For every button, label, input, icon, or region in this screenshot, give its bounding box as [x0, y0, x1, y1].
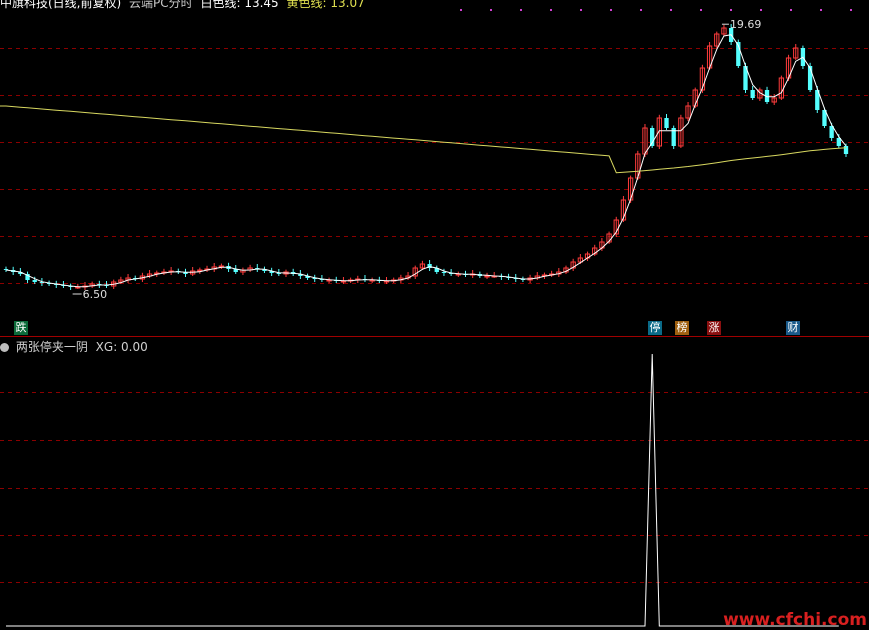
top-marker-dot — [700, 9, 702, 11]
candle-body-down — [32, 280, 37, 282]
candle-body-down — [664, 118, 669, 128]
candle-body-down — [441, 272, 447, 273]
watermark: www.cfchi.com — [723, 610, 867, 630]
top-marker-dot — [610, 9, 612, 11]
badge-zhang[interactable]: 涨 — [707, 321, 721, 335]
xg-signal-line — [6, 353, 839, 627]
top-marker-dot — [760, 9, 762, 11]
low-price-label: 6.50 — [83, 288, 108, 301]
chart-header: 中旗科技(日线,前复权) 云端PC分时 白色线: 13.45 黄色线: 13.0… — [0, 0, 369, 12]
indicator-header: 两张停夹一阴 XG: 0.00 — [0, 338, 148, 354]
ma-yellow-line — [0, 105, 847, 174]
ma-white-label: 白色线: 13.45 — [200, 0, 279, 10]
top-marker-dot — [730, 9, 732, 11]
top-marker-dot — [490, 9, 492, 11]
indicator-title: 两张停夹一阴 — [15, 340, 88, 354]
candle-body-down — [807, 66, 813, 90]
chart-canvas: 19.69 6.50 — [0, 9, 869, 627]
top-marker-dot — [670, 9, 672, 11]
top-marker-dot — [850, 9, 852, 11]
ma-yellow-label: 黄色线: 13.07 — [286, 0, 365, 10]
indicator-value: XG: 0.00 — [95, 340, 148, 354]
top-marker-dot — [460, 9, 462, 11]
badge-bang[interactable]: 榜 — [675, 321, 689, 335]
top-marker-dot — [520, 9, 522, 11]
top-marker-dot — [820, 9, 822, 11]
indicator-name[interactable]: 云端PC分时 — [129, 0, 193, 10]
top-marker-dot — [580, 9, 582, 11]
candle-body-down — [750, 90, 755, 98]
top-marker-dot — [550, 9, 552, 11]
indicator-toggle-icon[interactable] — [0, 343, 9, 352]
ma-white-line — [5, 34, 847, 288]
top-marker-dot — [640, 9, 642, 11]
badge-cai[interactable]: 财 — [786, 321, 800, 335]
stock-name: 中旗科技(日线,前复权) — [0, 0, 122, 10]
candle-body-up — [484, 275, 490, 278]
candle-body-down — [843, 146, 849, 154]
badge-die[interactable]: 跌 — [14, 321, 28, 335]
badge-ting[interactable]: 停 — [648, 321, 662, 335]
high-price-label: 19.69 — [730, 18, 762, 31]
top-marker-dot — [790, 9, 792, 11]
